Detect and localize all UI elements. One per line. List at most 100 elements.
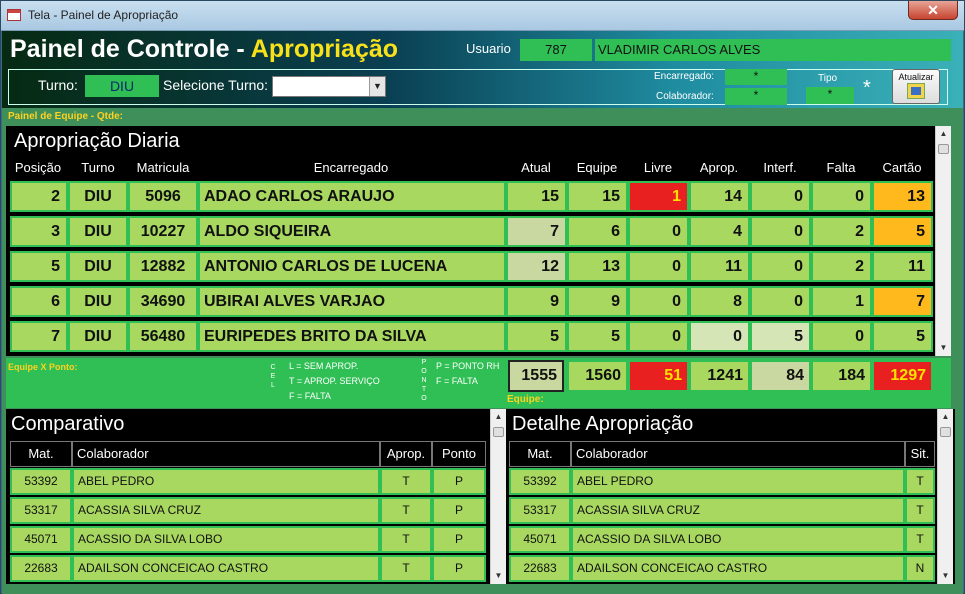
det-cell-colaborador[interactable]: ADAILSON CONCEICAO CASTRO xyxy=(571,555,905,582)
cell-turno[interactable]: DIU xyxy=(68,286,128,317)
cell-matricula[interactable]: 34690 xyxy=(128,286,198,317)
cell-interf[interactable]: 0 xyxy=(750,286,811,317)
cell-matricula[interactable]: 56480 xyxy=(128,321,198,352)
comp-cell-colaborador[interactable]: ABEL PEDRO xyxy=(72,468,380,495)
daily-scrollbar[interactable]: ▲ ▼ xyxy=(935,126,951,356)
comp-cell-ponto[interactable]: P xyxy=(432,497,486,524)
cell-atual[interactable]: 12 xyxy=(506,251,567,282)
comp-cell-aprop[interactable]: T xyxy=(380,497,432,524)
cell-turno[interactable]: DIU xyxy=(68,321,128,352)
cell-matricula[interactable]: 5096 xyxy=(128,181,198,212)
cell-turno[interactable]: DIU xyxy=(68,216,128,247)
comp-cell-mat[interactable]: 22683 xyxy=(10,555,72,582)
det-cell-colaborador[interactable]: ACASSIA SILVA CRUZ xyxy=(571,497,905,524)
cell-encarregado[interactable]: EURIPEDES BRITO DA SILVA xyxy=(198,321,506,352)
detalhe-scrollbar[interactable]: ▲ ▼ xyxy=(937,409,953,584)
cell-matricula[interactable]: 12882 xyxy=(128,251,198,282)
cell-cartao[interactable]: 7 xyxy=(872,286,933,317)
cell-falta[interactable]: 0 xyxy=(811,321,872,352)
cell-interf[interactable]: 0 xyxy=(750,251,811,282)
cell-posicao[interactable]: 7 xyxy=(10,321,68,352)
cell-interf[interactable]: 0 xyxy=(750,216,811,247)
cell-turno[interactable]: DIU xyxy=(68,181,128,212)
cell-livre[interactable]: 0 xyxy=(628,286,689,317)
cell-livre[interactable]: 0 xyxy=(628,216,689,247)
comp-cell-mat[interactable]: 45071 xyxy=(10,526,72,553)
cell-posicao[interactable]: 2 xyxy=(10,181,68,212)
scroll-thumb[interactable] xyxy=(938,144,949,154)
cell-aprop[interactable]: 0 xyxy=(689,321,750,352)
det-cell-sit[interactable]: N xyxy=(905,555,935,582)
tipo-value[interactable]: * xyxy=(806,87,854,104)
colaborador-value[interactable]: * xyxy=(725,88,787,105)
comp-cell-mat[interactable]: 53317 xyxy=(10,497,72,524)
cell-interf[interactable]: 0 xyxy=(750,181,811,212)
atualizar-button[interactable]: Atualizar xyxy=(892,69,940,104)
comp-cell-ponto[interactable]: P xyxy=(432,555,486,582)
cell-equipe[interactable]: 15 xyxy=(567,181,628,212)
cell-atual[interactable]: 15 xyxy=(506,181,567,212)
cell-equipe[interactable]: 13 xyxy=(567,251,628,282)
comp-cell-aprop[interactable]: T xyxy=(380,468,432,495)
cell-posicao[interactable]: 5 xyxy=(10,251,68,282)
cell-livre[interactable]: 0 xyxy=(628,251,689,282)
comp-cell-colaborador[interactable]: ACASSIO DA SILVA LOBO xyxy=(72,526,380,553)
det-cell-mat[interactable]: 53317 xyxy=(509,497,571,524)
cell-falta[interactable]: 0 xyxy=(811,181,872,212)
cell-matricula[interactable]: 10227 xyxy=(128,216,198,247)
cell-aprop[interactable]: 14 xyxy=(689,181,750,212)
scroll-down-icon[interactable]: ▼ xyxy=(938,568,953,584)
det-cell-mat[interactable]: 22683 xyxy=(509,555,571,582)
cell-cartao[interactable]: 13 xyxy=(872,181,933,212)
cell-falta[interactable]: 2 xyxy=(811,251,872,282)
comp-cell-aprop[interactable]: T xyxy=(380,555,432,582)
cell-cartao[interactable]: 5 xyxy=(872,321,933,352)
det-cell-colaborador[interactable]: ABEL PEDRO xyxy=(571,468,905,495)
scroll-up-icon[interactable]: ▲ xyxy=(938,409,953,425)
det-cell-sit[interactable]: T xyxy=(905,497,935,524)
cell-interf[interactable]: 5 xyxy=(750,321,811,352)
scroll-down-icon[interactable]: ▼ xyxy=(491,568,506,584)
cell-equipe[interactable]: 9 xyxy=(567,286,628,317)
comparativo-scrollbar[interactable]: ▲ ▼ xyxy=(490,409,506,584)
cell-atual[interactable]: 7 xyxy=(506,216,567,247)
det-cell-sit[interactable]: T xyxy=(905,526,935,553)
scroll-thumb[interactable] xyxy=(493,427,504,437)
cell-atual[interactable]: 9 xyxy=(506,286,567,317)
cell-posicao[interactable]: 3 xyxy=(10,216,68,247)
cell-livre[interactable]: 0 xyxy=(628,321,689,352)
cell-falta[interactable]: 2 xyxy=(811,216,872,247)
cell-encarregado[interactable]: ADAO CARLOS ARAUJO xyxy=(198,181,506,212)
cell-aprop[interactable]: 4 xyxy=(689,216,750,247)
close-button[interactable]: ✕ xyxy=(908,1,958,20)
cell-encarregado[interactable]: ALDO SIQUEIRA xyxy=(198,216,506,247)
scroll-thumb[interactable] xyxy=(940,427,951,437)
comp-cell-aprop[interactable]: T xyxy=(380,526,432,553)
cell-turno[interactable]: DIU xyxy=(68,251,128,282)
comp-cell-mat[interactable]: 53392 xyxy=(10,468,72,495)
chevron-down-icon[interactable]: ▼ xyxy=(369,77,385,96)
cell-aprop[interactable]: 11 xyxy=(689,251,750,282)
cell-aprop[interactable]: 8 xyxy=(689,286,750,317)
cell-equipe[interactable]: 5 xyxy=(567,321,628,352)
scroll-up-icon[interactable]: ▲ xyxy=(936,126,951,142)
encarregado-value[interactable]: * xyxy=(725,69,787,85)
cell-falta[interactable]: 1 xyxy=(811,286,872,317)
comp-cell-ponto[interactable]: P xyxy=(432,468,486,495)
det-cell-mat[interactable]: 53392 xyxy=(509,468,571,495)
cell-encarregado[interactable]: ANTONIO CARLOS DE LUCENA xyxy=(198,251,506,282)
det-cell-mat[interactable]: 45071 xyxy=(509,526,571,553)
scroll-up-icon[interactable]: ▲ xyxy=(491,409,506,425)
cell-cartao[interactable]: 11 xyxy=(872,251,933,282)
comp-cell-colaborador[interactable]: ADAILSON CONCEICAO CASTRO xyxy=(72,555,380,582)
cell-atual[interactable]: 5 xyxy=(506,321,567,352)
cell-cartao[interactable]: 5 xyxy=(872,216,933,247)
selecione-turno-select[interactable]: ▼ xyxy=(272,76,386,97)
comp-cell-ponto[interactable]: P xyxy=(432,526,486,553)
cell-livre[interactable]: 1 xyxy=(628,181,689,212)
cell-equipe[interactable]: 6 xyxy=(567,216,628,247)
comp-cell-colaborador[interactable]: ACASSIA SILVA CRUZ xyxy=(72,497,380,524)
scroll-down-icon[interactable]: ▼ xyxy=(936,340,951,356)
cell-encarregado[interactable]: UBIRAI ALVES VARJAO xyxy=(198,286,506,317)
det-cell-sit[interactable]: T xyxy=(905,468,935,495)
